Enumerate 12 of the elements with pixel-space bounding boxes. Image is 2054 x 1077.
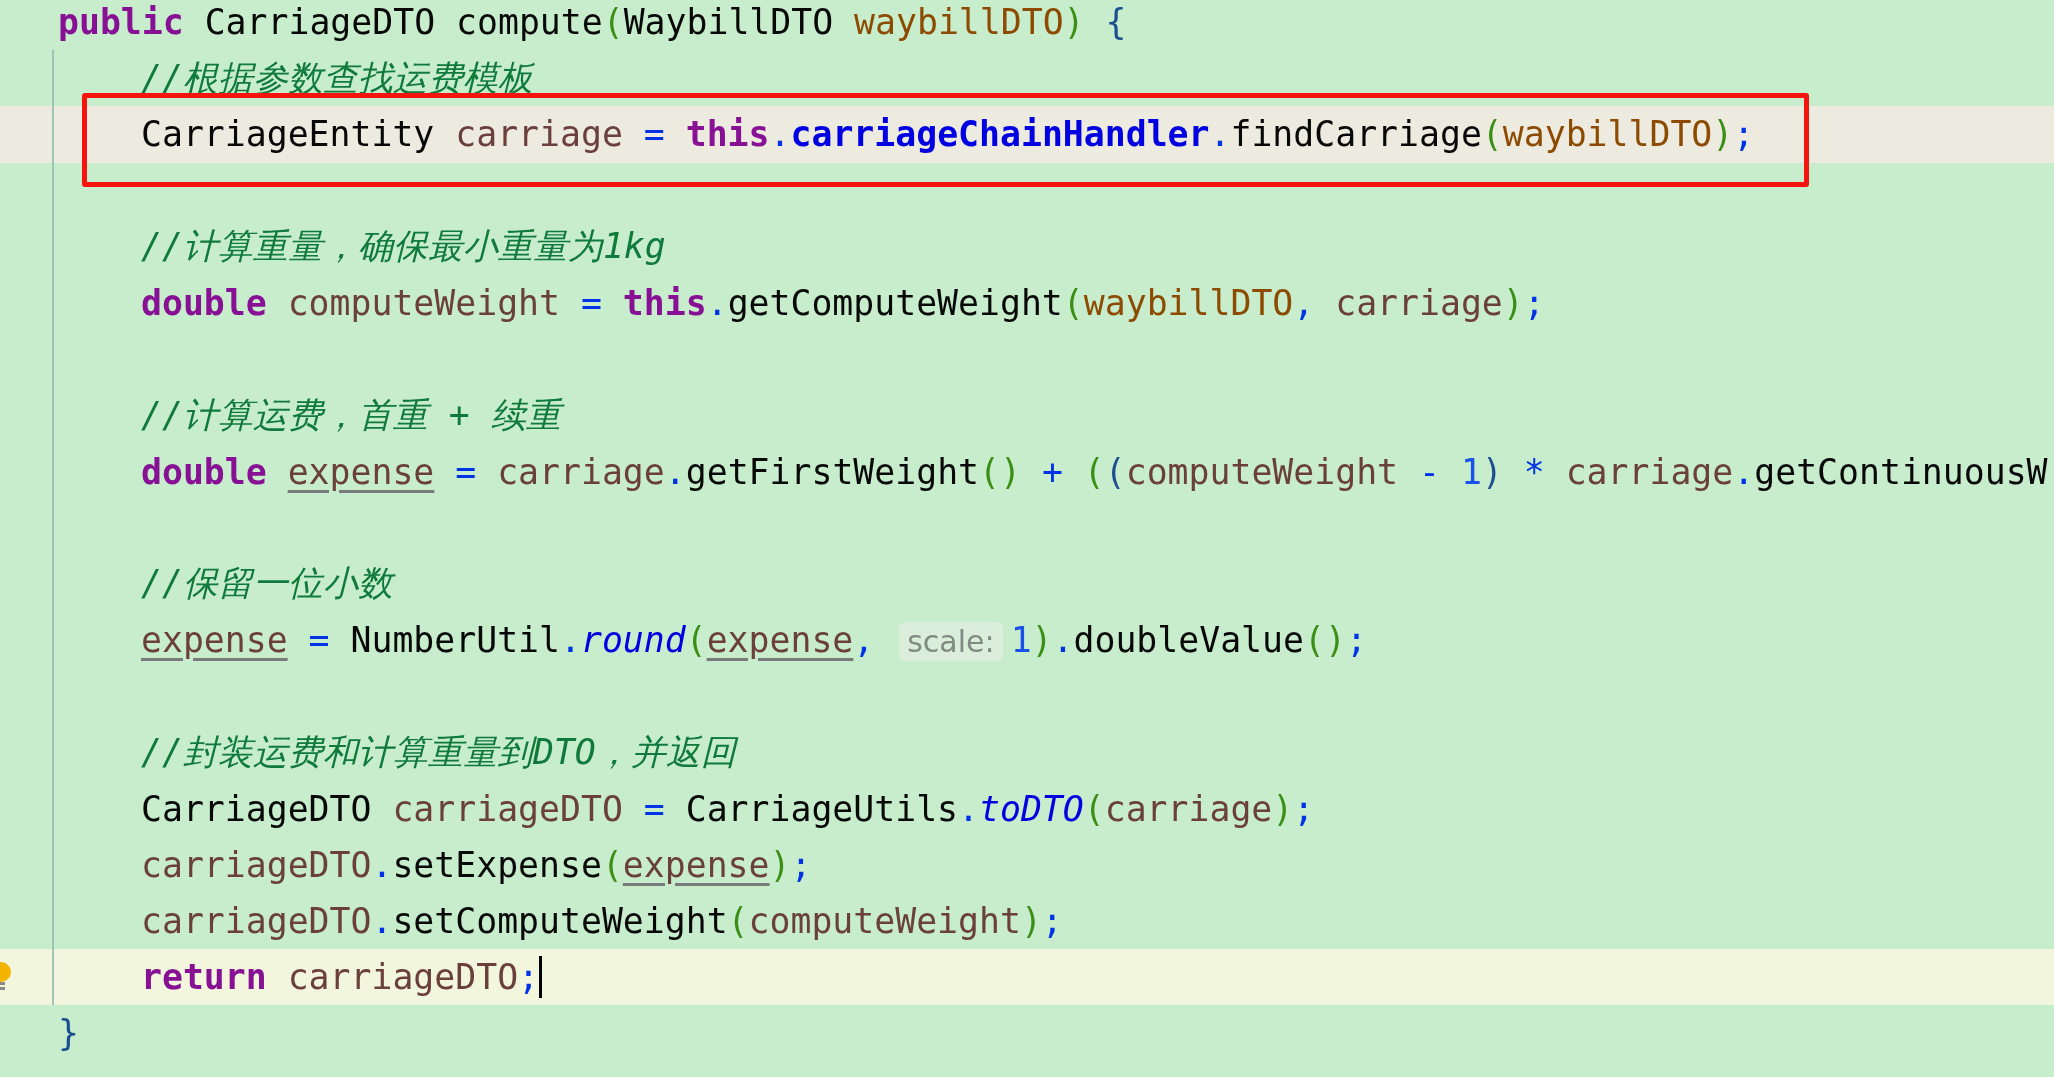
parameter-hint: scale: <box>899 622 1003 662</box>
code-line: expense = NumberUtil.round(expense, scale: 1).doubleValue(); <box>141 620 1367 661</box>
code-line: CarriageEntity carriage = this.carriageChainHandler.findCarriage(waybillDTO); <box>141 114 1755 155</box>
code-line: CarriageDTO carriageDTO = CarriageUtils.toDTO(carriage); <box>141 788 1315 829</box>
code-line: carriageDTO.setComputeWeight(computeWeight); <box>141 901 1063 942</box>
code-line: return carriageDTO; <box>141 957 540 998</box>
code-line: } <box>58 1013 79 1054</box>
code-line: double computeWeight = this.getComputeWeight(waybillDTO, carriage); <box>141 283 1545 324</box>
code-line: //计算重量，确保最小重量为1kg <box>141 225 666 269</box>
code-line: double expense = carriage.getFirstWeight() + ((computeWeight - 1) * carriage.getContinuousW <box>141 451 2048 492</box>
code-line: public CarriageDTO compute(WaybillDTO waybillDTO) { <box>58 2 1127 43</box>
code-line: carriageDTO.setExpense(expense); <box>141 844 812 885</box>
